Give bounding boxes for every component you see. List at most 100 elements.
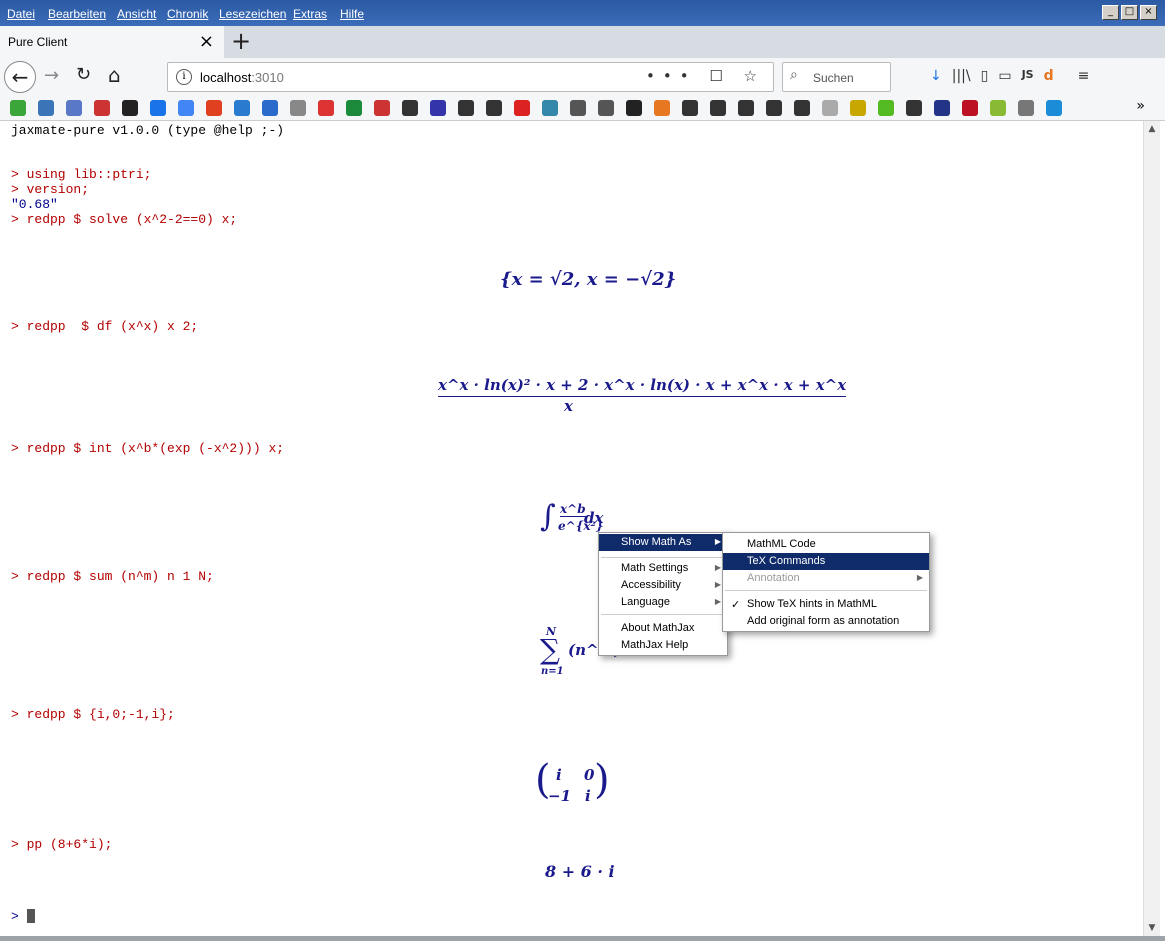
menu-extras[interactable]: Extras <box>293 7 327 21</box>
scroll-down-icon[interactable]: ▼ <box>1144 920 1160 936</box>
navigation-toolbar: ← → ↻ ⌂ i localhost:3010 ••• ☐ ☆ ⌕ Suche… <box>0 58 1165 97</box>
back-button[interactable]: ← <box>4 61 36 93</box>
bookmark-favicon-icon[interactable] <box>374 100 390 116</box>
bookmark-favicon-icon[interactable] <box>710 100 726 116</box>
bookmark-favicon-icon[interactable] <box>458 100 474 116</box>
console-line: > using lib::ptri; <box>11 167 152 182</box>
menu-item-show-tex-hints[interactable]: ✓ Show TeX hints in MathML <box>723 596 929 613</box>
bookmark-favicon-icon[interactable] <box>1018 100 1034 116</box>
forward-button[interactable]: → <box>44 65 59 86</box>
bookmark-favicon-icon[interactable] <box>514 100 530 116</box>
menu-item-language[interactable]: Language ▶ <box>599 594 727 611</box>
library-icon[interactable]: |||\ <box>952 68 971 84</box>
bookmark-favicon-icon[interactable] <box>486 100 502 116</box>
url-text: localhost:3010 <box>200 70 284 85</box>
url-bar[interactable]: i localhost:3010 ••• ☐ ☆ <box>167 62 774 92</box>
menu-bearbeiten[interactable]: Bearbeiten <box>48 7 106 21</box>
math-integral-numerator[interactable]: x^b <box>560 502 586 517</box>
vertical-scrollbar[interactable]: ▲ ▼ <box>1143 121 1160 936</box>
hamburger-menu-icon[interactable]: ≡ <box>1078 68 1090 84</box>
math-df-numerator[interactable]: x^x · ln(x)² · x + 2 · x^x · ln(x) · x +… <box>438 376 847 397</box>
bookmark-favicon-icon[interactable] <box>934 100 950 116</box>
bookmark-favicon-icon[interactable] <box>178 100 194 116</box>
bookmark-favicon-icon[interactable] <box>738 100 754 116</box>
menu-item-accessibility[interactable]: Accessibility ▶ <box>599 577 727 594</box>
home-button[interactable]: ⌂ <box>108 63 121 87</box>
bookmark-favicon-icon[interactable] <box>38 100 54 116</box>
bookmark-favicon-icon[interactable] <box>10 100 26 116</box>
bookmark-favicon-icon[interactable] <box>962 100 978 116</box>
menu-chronik[interactable]: Chronik <box>167 7 208 21</box>
matrix-cell[interactable]: i <box>556 766 562 784</box>
menu-item-about-mathjax[interactable]: About MathJax <box>599 620 727 637</box>
bookmark-favicon-icon[interactable] <box>878 100 894 116</box>
console-prompt[interactable]: > <box>11 909 19 924</box>
bookmark-favicon-icon[interactable] <box>430 100 446 116</box>
math-sum-sign[interactable]: ∑ <box>540 633 560 666</box>
more-bookmarks-icon[interactable]: » <box>1136 98 1145 114</box>
bookmark-favicon-icon[interactable] <box>122 100 138 116</box>
close-window-button[interactable]: × <box>1140 5 1157 20</box>
menu-item-math-settings[interactable]: Math Settings ▶ <box>599 560 727 577</box>
bookmark-favicon-icon[interactable] <box>1046 100 1062 116</box>
bookmark-favicon-icon[interactable] <box>542 100 558 116</box>
new-tab-icon[interactable]: + <box>231 27 251 55</box>
maximize-button[interactable]: □ <box>1121 5 1138 20</box>
menu-ansicht[interactable]: Ansicht <box>117 7 156 21</box>
reader-icon[interactable]: ▭ <box>998 68 1011 84</box>
math-integral-dx[interactable]: dx <box>584 509 603 527</box>
bookmark-favicon-icon[interactable] <box>318 100 334 116</box>
matrix-cell[interactable]: 0 <box>584 766 594 784</box>
reload-button[interactable]: ↻ <box>76 64 91 85</box>
addon-d-icon[interactable]: d <box>1044 68 1054 84</box>
bookmark-favicon-icon[interactable] <box>570 100 586 116</box>
close-tab-icon[interactable]: × <box>199 31 214 52</box>
menu-lesezeichen[interactable]: Lesezeichen <box>219 7 286 21</box>
math-solve[interactable]: {x = √2, x = −√2} <box>500 269 676 290</box>
search-box[interactable]: ⌕ Suchen <box>782 62 891 92</box>
console-line: > pp (8+6*i); <box>11 837 113 852</box>
bookmark-favicon-icon[interactable] <box>346 100 362 116</box>
menu-item-mathjax-help[interactable]: MathJax Help <box>599 637 727 654</box>
bookmark-favicon-icon[interactable] <box>234 100 250 116</box>
js-icon[interactable]: JS <box>1022 68 1034 84</box>
bookmark-favicon-icon[interactable] <box>94 100 110 116</box>
bookmark-favicon-icon[interactable] <box>402 100 418 116</box>
bookmark-favicon-icon[interactable] <box>262 100 278 116</box>
menu-item-tex-commands[interactable]: TeX Commands <box>723 553 929 570</box>
bookmark-favicon-icon[interactable] <box>626 100 642 116</box>
console-line: > version; <box>11 182 90 197</box>
menu-item-add-original-form[interactable]: Add original form as annotation <box>723 613 929 630</box>
info-icon[interactable]: i <box>176 69 192 85</box>
matrix-cell[interactable]: i <box>585 787 591 805</box>
bookmark-favicon-icon[interactable] <box>682 100 698 116</box>
bookmark-favicon-icon[interactable] <box>66 100 82 116</box>
menu-hilfe[interactable]: Hilfe <box>340 7 364 21</box>
tab-pure-client[interactable]: Pure Client × <box>0 26 224 58</box>
math-integral-sign[interactable]: ∫ <box>540 499 556 534</box>
bookmark-favicon-icon[interactable] <box>766 100 782 116</box>
bookmark-favicon-icon[interactable] <box>990 100 1006 116</box>
bookmark-favicon-icon[interactable] <box>206 100 222 116</box>
bookmark-favicon-icon[interactable] <box>150 100 166 116</box>
math-complex[interactable]: 8 + 6 · i <box>545 862 615 881</box>
download-icon[interactable]: ↓ <box>930 68 942 84</box>
bookmark-favicon-icon[interactable] <box>598 100 614 116</box>
page-actions-icons[interactable]: ••• ☐ ☆ <box>646 67 765 85</box>
submenu-arrow-icon: ▶ <box>714 537 721 546</box>
menu-item-show-math-as[interactable]: Show Math As ▶ <box>599 534 727 551</box>
bookmark-favicon-icon[interactable] <box>654 100 670 116</box>
bookmark-favicon-icon[interactable] <box>290 100 306 116</box>
bookmark-favicon-icon[interactable] <box>850 100 866 116</box>
minimize-button[interactable]: _ <box>1102 5 1119 20</box>
bookmark-favicon-icon[interactable] <box>794 100 810 116</box>
math-sum-lower[interactable]: n=1 <box>541 666 564 677</box>
matrix-cell[interactable]: −1 <box>548 787 571 805</box>
scroll-up-icon[interactable]: ▲ <box>1144 121 1160 137</box>
menu-datei[interactable]: Datei <box>7 7 35 21</box>
math-df-denominator[interactable]: x <box>564 397 573 415</box>
sidebar-icon[interactable]: ▯ <box>981 68 989 84</box>
menu-item-mathml-code[interactable]: MathML Code <box>723 536 929 553</box>
bookmark-favicon-icon[interactable] <box>906 100 922 116</box>
bookmark-favicon-icon[interactable] <box>822 100 838 116</box>
